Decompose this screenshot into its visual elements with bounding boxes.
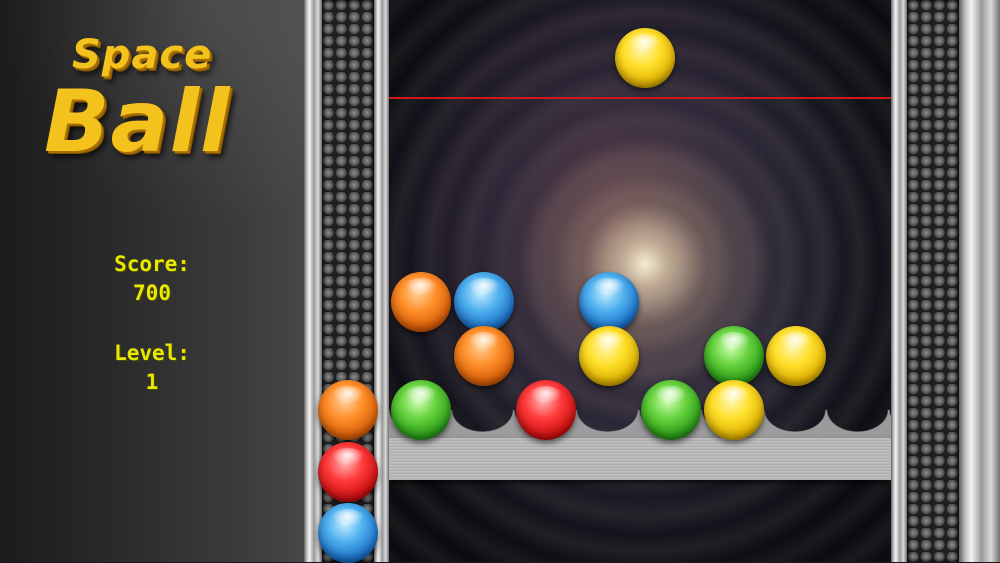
info-panel: Space Ball Score: 700 Level: 1 <box>0 0 304 562</box>
stacked-ball <box>516 380 576 440</box>
stacked-ball <box>391 380 451 440</box>
score-label: Score: <box>114 252 190 276</box>
playfield[interactable] <box>389 0 891 562</box>
active-ball <box>615 28 675 88</box>
stacked-ball <box>703 380 764 440</box>
logo-ball-text: Ball <box>44 72 231 172</box>
score-value: 700 <box>133 281 171 305</box>
floor-scallops <box>389 410 891 440</box>
stacked-ball <box>453 272 514 332</box>
stacked-ball <box>391 272 451 332</box>
stacked-ball <box>578 272 639 332</box>
stacked-ball <box>578 326 639 386</box>
next-ball <box>318 442 378 502</box>
stacked-ball <box>703 326 764 386</box>
level-value: 1 <box>145 370 159 394</box>
level-label: Level: <box>114 341 190 365</box>
stacked-ball <box>453 326 514 386</box>
stacked-ball <box>766 326 826 386</box>
right-grate <box>907 0 959 562</box>
danger-line <box>389 97 891 99</box>
playfield-floor <box>389 438 891 480</box>
stacked-ball <box>641 380 701 440</box>
next-ball <box>318 503 378 563</box>
right-inner-rail <box>891 0 907 562</box>
next-ball <box>318 380 378 440</box>
right-outer-rail <box>959 0 1000 562</box>
